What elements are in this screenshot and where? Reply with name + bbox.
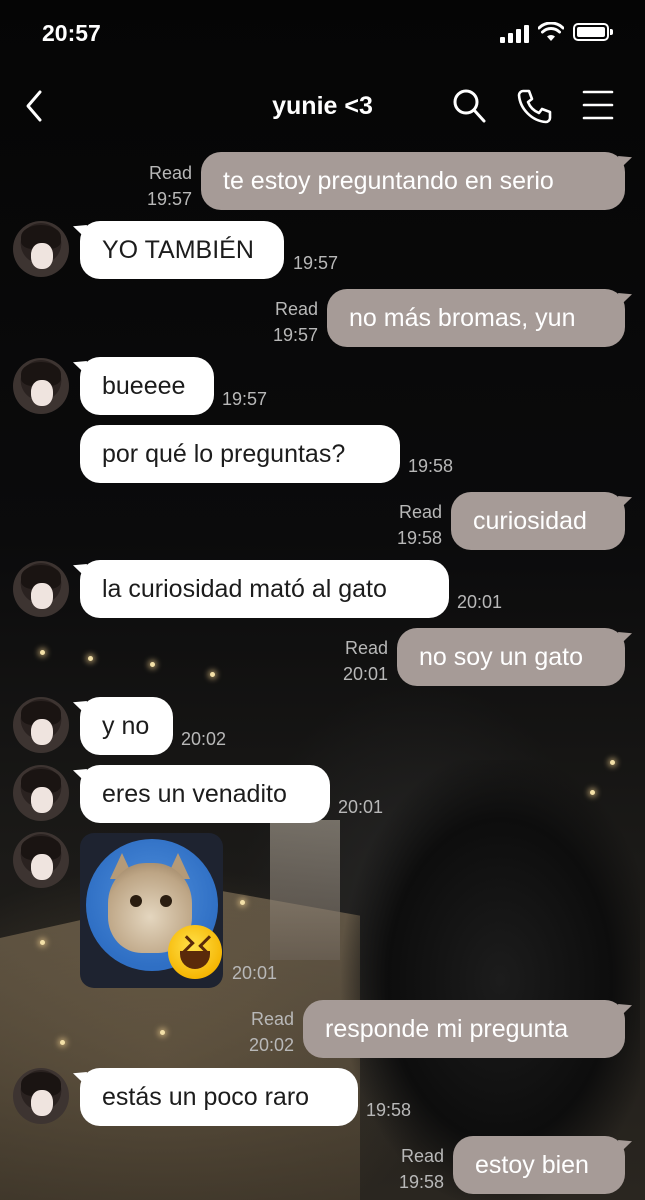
cat-laughing-sticker[interactable] [80,833,223,988]
contact-avatar[interactable] [13,358,69,414]
message-time: 20:01 [457,592,503,612]
message-time: 19:58 [366,1100,412,1120]
message-bubble-outgoing[interactable]: responde mi pregunta [303,1000,625,1058]
message-read-status: Read 19:57 [146,163,192,209]
chat-header: yunie <3 [0,72,645,142]
message-time: 19:57 [222,389,268,409]
message-bubble-outgoing[interactable]: curiosidad [451,492,625,550]
message-bubble-outgoing[interactable]: no más bromas, yun [327,289,625,347]
message-read-status: Read 19:58 [398,1146,444,1192]
message-time: 19:58 [408,456,454,476]
cellular-signal-icon [500,25,530,43]
contact-avatar[interactable] [13,221,69,277]
contact-avatar[interactable] [13,561,69,617]
message-read-status: Read 20:01 [342,638,388,684]
contact-avatar[interactable] [13,765,69,821]
phone-icon[interactable] [515,86,553,126]
message-bubble-incoming[interactable]: la curiosidad mató al gato [80,560,449,618]
contact-avatar[interactable] [13,832,69,888]
message-time: 20:01 [338,797,384,817]
status-time: 20:57 [42,20,101,46]
message-time: 19:57 [293,253,339,273]
background-tower [270,820,340,960]
background-person [340,760,640,1200]
contact-avatar[interactable] [13,1068,69,1124]
contact-avatar[interactable] [13,697,69,753]
laughing-emoji-icon [168,925,222,979]
message-bubble-incoming[interactable]: bueeee [80,357,214,415]
message-bubble-incoming[interactable]: y no [80,697,173,755]
message-bubble-outgoing[interactable]: estoy bien [453,1136,625,1194]
message-time: 20:01 [232,963,278,983]
menu-icon[interactable] [582,86,614,126]
message-read-status: Read 19:58 [396,502,442,548]
battery-icon [573,23,613,41]
message-time: 20:02 [181,729,227,749]
message-bubble-outgoing[interactable]: no soy un gato [397,628,625,686]
status-bar: 20:57 [0,0,645,68]
search-icon[interactable] [451,86,487,126]
wifi-icon [538,22,564,41]
message-bubble-incoming[interactable]: por qué lo preguntas? [80,425,400,483]
message-bubble-incoming[interactable]: YO TAMBIÉN [80,221,284,279]
message-bubble-incoming[interactable]: eres un venadito [80,765,330,823]
message-read-status: Read 20:02 [248,1009,294,1055]
message-bubble-incoming[interactable]: estás un poco raro [80,1068,358,1126]
message-read-status: Read 19:57 [272,299,318,345]
message-bubble-outgoing[interactable]: te estoy preguntando en serio [201,152,625,210]
